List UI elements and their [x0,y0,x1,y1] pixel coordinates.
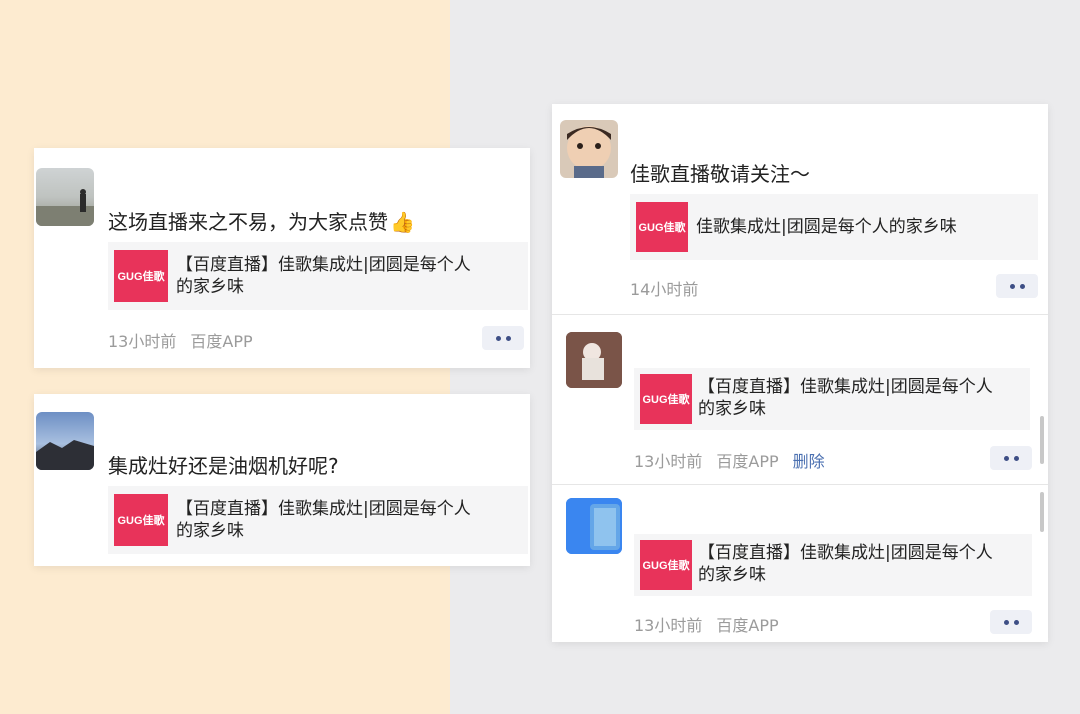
link-title: 【百度直播】佳歌集成灶|团圆是每个人 的家乡味 [698,543,993,585]
source-label: 百度APP [716,616,779,635]
comment-meta: 13小时前 百度APP [634,612,793,636]
dot-icon [1003,455,1009,461]
more-options-button[interactable] [996,274,1038,298]
avatar-image [36,189,94,226]
link-title: 【百度直播】佳歌集成灶|团圆是每个人 的家乡味 [698,377,993,419]
dot-icon [495,335,501,341]
avatar-image [567,126,611,178]
source-label: 百度APP [190,332,253,351]
timestamp: 14小时前 [630,280,699,299]
comment-text: 佳歌直播敬请关注～ [630,162,810,186]
shared-link[interactable]: GUG佳歌 佳歌集成灶|团圆是每个人的家乡味 [630,194,1038,260]
avatar-image [566,332,622,388]
comment-meta: 13小时前 百度APP 删除 [634,448,839,472]
scrollbar[interactable] [1040,416,1044,464]
link-title: 【百度直播】佳歌集成灶|团圆是每个人 的家乡味 [176,255,471,297]
comment-panel: 佳歌直播敬请关注～ GUG佳歌 佳歌集成灶|团圆是每个人的家乡味 14小时前 G… [552,104,1048,642]
avatar[interactable] [560,120,618,178]
shared-link[interactable]: GUG佳歌 【百度直播】佳歌集成灶|团圆是每个人 的家乡味 [634,534,1032,596]
more-options-button[interactable] [990,446,1032,470]
avatar-image [36,440,94,470]
brand-logo: GUG佳歌 [640,540,692,590]
timestamp: 13小时前 [108,332,177,351]
dot-icon [505,335,511,341]
avatar[interactable] [36,168,94,226]
divider [552,314,1048,315]
delete-link[interactable]: 删除 [793,452,825,471]
brand-logo: GUG佳歌 [636,202,688,252]
shared-link[interactable]: GUG佳歌 【百度直播】佳歌集成灶|团圆是每个人 的家乡味 [634,368,1030,430]
source-label: 百度APP [716,452,779,471]
dot-icon [1013,455,1019,461]
avatar[interactable] [36,412,94,470]
more-options-button[interactable] [482,326,524,350]
link-title: 【百度直播】佳歌集成灶|团圆是每个人 的家乡味 [176,499,471,541]
comment-card: 这场直播来之不易，为大家点赞 👍 GUG佳歌 【百度直播】佳歌集成灶|团圆是每个人… [34,148,530,368]
dot-icon [1019,283,1025,289]
brand-logo: GUG佳歌 [640,374,692,424]
link-title: 佳歌集成灶|团圆是每个人的家乡味 [696,217,957,237]
comment-text: 集成灶好还是油烟机好呢? [108,454,339,478]
more-options-button[interactable] [990,610,1032,634]
avatar-image [566,498,622,554]
shared-link[interactable]: GUG佳歌 【百度直播】佳歌集成灶|团圆是每个人 的家乡味 [108,242,528,310]
avatar[interactable] [566,332,622,388]
scrollbar[interactable] [1040,492,1044,532]
timestamp: 13小时前 [634,452,703,471]
brand-logo: GUG佳歌 [114,250,168,302]
divider [552,484,1048,485]
avatar[interactable] [566,498,622,554]
shared-link[interactable]: GUG佳歌 【百度直播】佳歌集成灶|团圆是每个人 的家乡味 [108,486,528,554]
brand-logo: GUG佳歌 [114,494,168,546]
dot-icon [1003,619,1009,625]
dot-icon [1009,283,1015,289]
comment-text: 这场直播来之不易，为大家点赞 👍 [108,210,415,234]
thumbs-up-icon: 👍 [390,210,415,234]
dot-icon [1013,619,1019,625]
timestamp: 13小时前 [634,616,703,635]
comment-meta: 13小时前 百度APP [108,328,267,352]
comment-card: 集成灶好还是油烟机好呢? GUG佳歌 【百度直播】佳歌集成灶|团圆是每个人 的家… [34,394,530,566]
comment-meta: 14小时前 [630,276,712,300]
